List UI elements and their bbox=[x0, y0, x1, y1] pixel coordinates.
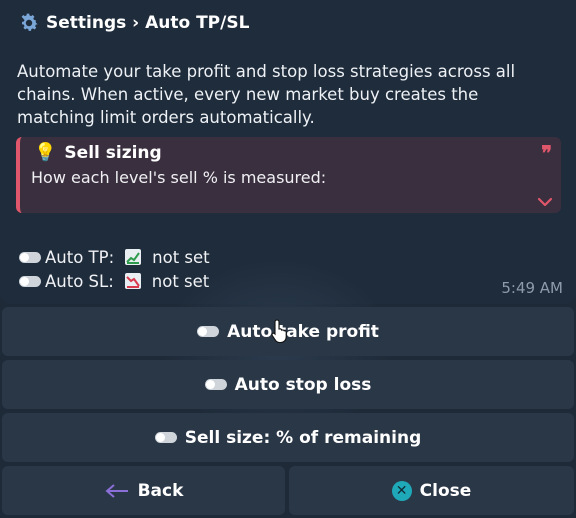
sell-size-button[interactable]: Sell size: % of remaining bbox=[2, 413, 574, 462]
auto-sl-value: not set bbox=[151, 271, 210, 291]
chevron-down-icon[interactable] bbox=[537, 196, 553, 208]
auto-sl-status: Auto SL: not set bbox=[19, 270, 209, 292]
close-button[interactable]: ✕ Close bbox=[289, 466, 574, 515]
quote-title-text: Sell sizing bbox=[64, 142, 162, 163]
sell-sizing-quote[interactable]: 💡 Sell sizing How each level's sell % is… bbox=[16, 137, 561, 213]
close-label: Close bbox=[419, 480, 472, 501]
description-text: Automate your take profit and stop loss … bbox=[17, 62, 516, 127]
quote-text: How each level's sell % is measured: bbox=[31, 168, 327, 187]
back-button[interactable]: Back bbox=[2, 466, 285, 515]
title-text: Settings › Auto TP/SL bbox=[46, 13, 250, 33]
toggle-icon bbox=[19, 275, 41, 287]
quote-mark-icon: ❞ bbox=[541, 141, 552, 165]
sell-size-label: Sell size: % of remaining bbox=[184, 427, 422, 448]
toggle-icon bbox=[19, 251, 41, 263]
message-time: 5:49 AM bbox=[501, 279, 563, 297]
toggle-icon bbox=[197, 326, 220, 337]
toggle-icon bbox=[204, 379, 227, 390]
arrow-left-icon bbox=[105, 483, 128, 498]
lightbulb-icon: 💡 bbox=[34, 142, 57, 163]
auto-stop-loss-button[interactable]: Auto stop loss bbox=[2, 360, 574, 409]
quote-title: 💡 Sell sizing bbox=[34, 142, 162, 163]
toggle-icon bbox=[154, 432, 177, 443]
back-label: Back bbox=[137, 480, 184, 501]
auto-take-profit-label: Auto take profit bbox=[227, 321, 379, 342]
auto-stop-loss-label: Auto stop loss bbox=[234, 374, 372, 395]
bot-message: Settings › Auto TP/SL Automate your take… bbox=[0, 0, 576, 304]
close-icon: ✕ bbox=[391, 480, 412, 501]
auto-tp-value: not set bbox=[152, 247, 210, 267]
auto-tp-label: Auto TP: bbox=[45, 247, 115, 267]
auto-sl-label: Auto SL: bbox=[45, 271, 114, 291]
chart-down-icon bbox=[124, 273, 141, 289]
chart-up-icon bbox=[125, 249, 142, 265]
auto-tp-status: Auto TP: not set bbox=[19, 246, 210, 268]
auto-take-profit-button[interactable]: Auto take profit bbox=[2, 307, 574, 356]
message-title: Settings › Auto TP/SL bbox=[18, 11, 249, 35]
gear-icon bbox=[21, 13, 38, 31]
